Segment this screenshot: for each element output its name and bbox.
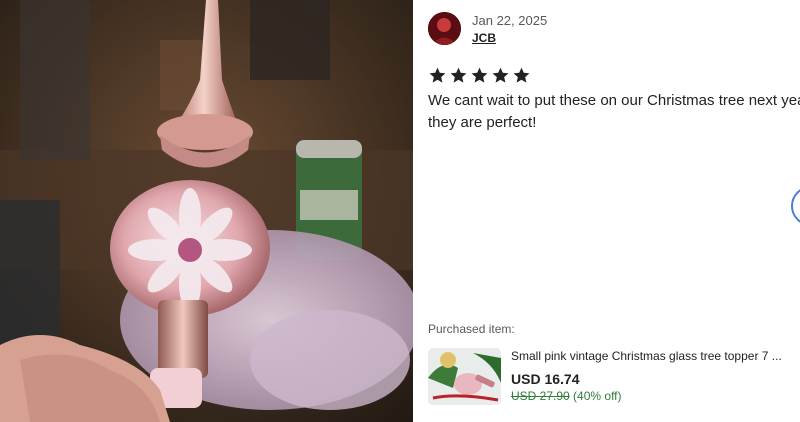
purchased-item-label: Purchased item:: [428, 322, 515, 336]
review-panel: Jan 22, 2025 JCB We cant wait to put the…: [413, 0, 800, 422]
discount-badge: (40% off): [573, 389, 622, 403]
review-photo-image: [0, 0, 413, 422]
price-discount-line: USD 27.90 (40% off): [511, 389, 622, 403]
reviewer-name-link[interactable]: JCB: [472, 31, 496, 45]
avatar[interactable]: [428, 12, 461, 45]
next-circle-icon[interactable]: [791, 186, 800, 226]
star-icon: [513, 67, 530, 83]
review-text: We cant wait to put these on our Christm…: [428, 92, 800, 131]
purchased-item-thumbnail-image: [428, 348, 501, 405]
avatar-image: [428, 12, 461, 45]
star-icon: [471, 67, 488, 83]
star-rating: [428, 66, 531, 85]
review-photo[interactable]: [0, 0, 413, 422]
current-price: USD 16.74: [511, 371, 580, 387]
original-price: USD 27.90: [511, 389, 570, 403]
purchased-item-title[interactable]: Small pink vintage Christmas glass tree …: [511, 349, 800, 363]
star-icon: [450, 67, 467, 83]
star-icon: [492, 67, 509, 83]
review-date: Jan 22, 2025: [472, 13, 548, 28]
purchased-item-thumbnail[interactable]: [428, 348, 501, 405]
star-icon: [429, 67, 446, 83]
